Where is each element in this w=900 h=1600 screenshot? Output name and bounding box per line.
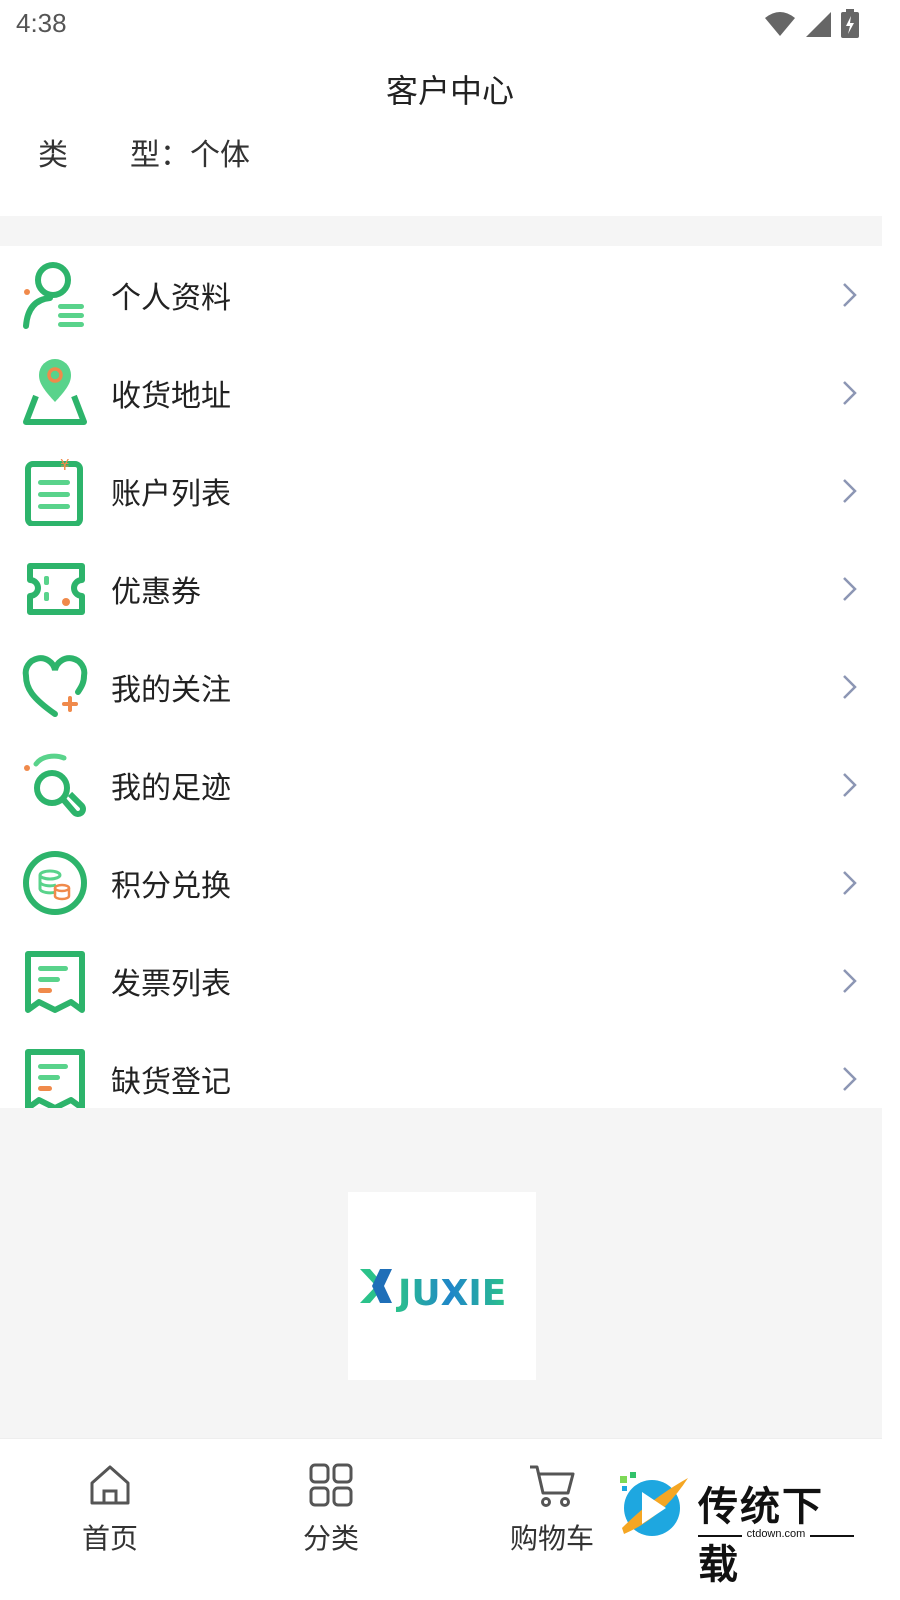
chevron-right-icon: [843, 381, 857, 405]
customer-type-separator: ：: [160, 138, 190, 173]
battery-charging-icon: [841, 9, 859, 38]
chevron-right-icon: [843, 283, 857, 307]
tab-label: 首页: [81, 1522, 138, 1555]
home-icon: [90, 1465, 130, 1505]
type-label-char-1: 类: [38, 138, 68, 173]
chevron-right-icon: [843, 675, 857, 699]
logo-text: JUXIE: [395, 1273, 506, 1314]
brand-logo: JUXIE: [348, 1192, 536, 1380]
chevron-right-icon: [843, 773, 857, 797]
chevron-right-icon: [843, 969, 857, 993]
customer-type-row: 类 型 ： 个体: [38, 130, 250, 174]
brand-area: JUXIE: [0, 1108, 882, 1438]
menu-item-label: 优惠券: [111, 575, 201, 610]
menu-item-label: 收货地址: [111, 379, 231, 414]
invoice-icon: [25, 951, 85, 1013]
coins-icon: [23, 851, 87, 915]
menu-item-label: 我的关注: [111, 673, 231, 708]
menu-item-follow[interactable]: 我的关注: [0, 638, 882, 736]
signal-icon: [806, 12, 831, 37]
customer-type-label: 类 型: [38, 130, 160, 174]
type-label-char-2: 型: [130, 138, 160, 173]
watermark-subtitle: ctdown.com: [698, 1528, 854, 1540]
tab-cart[interactable]: 购物车: [492, 1439, 612, 1600]
watermark-logo-icon: [620, 1472, 688, 1536]
category-grid-icon: [309, 1463, 353, 1507]
tab-home[interactable]: 首页: [50, 1439, 170, 1600]
chevron-right-icon: [843, 479, 857, 503]
coupon-icon: [27, 563, 85, 615]
menu-list: 个人资料 收货地址 ¥ 账户列表 优惠券 我的关注 我的足迹 积分兑换 发票列表…: [0, 246, 882, 1128]
juxie-logo: JUXIE: [360, 1269, 506, 1314]
menu-item-label: 账户列表: [111, 477, 231, 512]
menu-item-points[interactable]: 积分兑换: [0, 834, 882, 932]
chevron-right-icon: [843, 577, 857, 601]
menu-item-address[interactable]: 收货地址: [0, 344, 882, 442]
watermark: 传统下载 ctdown.com: [612, 1468, 864, 1588]
heart-plus-icon: [22, 655, 88, 717]
menu-item-coupon[interactable]: 优惠券: [0, 540, 882, 638]
tab-label: 分类: [302, 1522, 359, 1555]
status-time: 4:38: [16, 8, 67, 38]
customer-type-value: 个体: [190, 138, 250, 173]
menu-item-label: 缺货登记: [111, 1065, 231, 1100]
menu-item-invoice[interactable]: 发票列表: [0, 932, 882, 1030]
section-divider: [0, 216, 882, 246]
location-pin-icon: [23, 359, 87, 425]
chevron-right-icon: [843, 871, 857, 895]
status-bar: 4:38: [0, 0, 900, 50]
tab-category[interactable]: 分类: [271, 1439, 391, 1600]
wifi-icon: [765, 12, 795, 36]
account-list-icon: ¥: [25, 456, 83, 526]
menu-item-label: 积分兑换: [111, 869, 231, 904]
menu-item-account-list[interactable]: ¥ 账户列表: [0, 442, 882, 540]
menu-item-label: 个人资料: [111, 281, 231, 316]
menu-item-profile[interactable]: 个人资料: [0, 246, 882, 344]
stockout-register-icon: [25, 1049, 85, 1111]
menu-item-footprint[interactable]: 我的足迹: [0, 736, 882, 834]
svg-text:¥: ¥: [60, 456, 70, 474]
cart-icon: [530, 1465, 575, 1507]
menu-item-label: 发票列表: [111, 967, 231, 1002]
tab-label: 购物车: [509, 1522, 594, 1555]
footprint-icon: [24, 753, 86, 817]
page-title: 客户中心: [385, 72, 514, 110]
chevron-right-icon: [843, 1067, 857, 1091]
menu-item-label: 我的足迹: [111, 771, 231, 806]
profile-icon: [23, 262, 84, 329]
status-icons: [764, 8, 860, 40]
